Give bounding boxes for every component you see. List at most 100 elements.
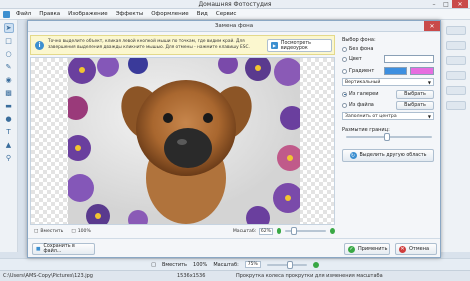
canvas-scale-field[interactable]: 62% <box>259 227 273 235</box>
menu-view[interactable]: Вид <box>193 11 212 17</box>
app-title: Домашняя Фотостудия <box>198 1 272 8</box>
menu-image[interactable]: Изображение <box>64 11 112 17</box>
photo[interactable] <box>68 58 300 224</box>
canvas-zoom-slider[interactable] <box>285 227 327 235</box>
zoom100-icon: □ <box>71 228 76 234</box>
menu-edit[interactable]: Правка <box>35 11 64 17</box>
zoom-out-icon[interactable] <box>276 228 282 234</box>
main-zoom-bar: □ Вместить 100% Масштаб: 75% <box>0 258 470 270</box>
fill-mode-select[interactable]: Заполнить от центра ▼ <box>342 112 434 120</box>
color-swatch[interactable] <box>384 55 434 63</box>
editor-canvas[interactable] <box>30 57 335 225</box>
eraser-tool-icon[interactable]: ▬ <box>4 101 14 111</box>
apply-label: Применить <box>358 246 388 252</box>
video-tutorial-button[interactable]: ▶ Посмотреть видеоурок <box>267 39 332 52</box>
dialog-titlebar: Замена фона ✕ <box>28 21 440 32</box>
right-tool-button[interactable] <box>445 86 466 95</box>
window-controls: – □ ✕ <box>428 0 468 8</box>
radio-no-bg[interactable]: Без фона <box>342 46 373 52</box>
zoom100-label[interactable]: 100% <box>193 262 207 268</box>
hint-text: Точно выделите объект, кликая левой кноп… <box>48 39 250 50</box>
radio-file-label: Из файла <box>349 102 374 108</box>
canvas-zoom100-button[interactable]: □ 100% <box>71 229 90 234</box>
radio-gradient-label: Градиент <box>349 68 375 74</box>
chevron-down-icon: ▼ <box>427 80 431 85</box>
zoom-in-icon[interactable] <box>312 261 319 268</box>
dialog-title: Замена фона <box>214 23 254 29</box>
canvas-fit-button[interactable]: □ Вместить <box>34 229 63 234</box>
pointer-tool-icon[interactable]: ➤ <box>3 23 14 33</box>
eyedropper-tool-icon[interactable]: ◉ <box>4 75 14 85</box>
menu-effects[interactable]: Эффекты <box>112 11 148 17</box>
canvas-zoom-knob[interactable] <box>291 227 298 235</box>
gradient-direction-select[interactable]: Вертикальный ▼ <box>342 78 434 86</box>
save-to-file-button[interactable]: ■ Сохранить в файл... <box>32 243 95 255</box>
crop-tool-icon[interactable]: □ <box>4 36 14 46</box>
radio-gradient[interactable]: Градиент <box>342 68 374 74</box>
choose-file-button[interactable]: Выбрать <box>396 101 434 110</box>
radio-color-dot[interactable] <box>342 56 347 62</box>
stamp-tool-icon[interactable]: ▩ <box>4 88 14 98</box>
canvas-fit-label: Вместить <box>40 228 64 234</box>
right-tool-button[interactable] <box>445 41 466 50</box>
radio-no-bg-dot[interactable] <box>342 46 347 52</box>
status-path: C:\Users\AMS-Copy\Pictures\123.jpg <box>3 273 93 279</box>
hint-bar: i Точно выделите объект, кликая левой кн… <box>30 35 335 55</box>
right-tool-button[interactable] <box>445 56 466 65</box>
radio-gallery-dot[interactable] <box>342 91 347 97</box>
brush-tool-icon[interactable]: ✎ <box>4 62 14 72</box>
blur-slider[interactable] <box>346 133 432 141</box>
menu-file[interactable]: Файл <box>12 11 35 17</box>
fill-tool-icon[interactable]: ▲ <box>4 140 14 150</box>
radio-gallery[interactable]: Из галереи <box>342 91 378 97</box>
replace-background-dialog: Замена фона ✕ i Точно выделите объект, к… <box>27 20 441 258</box>
radio-file[interactable]: Из файла <box>342 102 374 108</box>
zoom-slider[interactable] <box>266 260 307 269</box>
cancel-button[interactable]: ✕ Отмена <box>395 243 437 255</box>
right-tool-button[interactable] <box>445 71 466 80</box>
menu-service[interactable]: Сервис <box>212 11 241 17</box>
save-to-file-label: Сохранить в файл... <box>43 244 75 254</box>
radio-color-label: Цвет <box>349 56 362 62</box>
canvas-scale-label: Масштаб: <box>232 228 257 234</box>
zoom-slider-knob[interactable] <box>286 260 293 269</box>
status-hint: Прокрутка колеса прокрутки для изменения… <box>236 273 383 279</box>
radio-gradient-dot[interactable] <box>342 68 347 74</box>
select-other-area-label: Выделить другую область <box>359 153 427 158</box>
blur-tool-icon[interactable]: ● <box>4 114 14 124</box>
select-other-area-button[interactable]: ↻ Выделить другую область <box>342 149 434 162</box>
lasso-tool-icon[interactable]: ○ <box>4 49 14 59</box>
minimize-icon[interactable]: – <box>428 0 440 8</box>
choose-gallery-button[interactable]: Выбрать <box>396 90 434 99</box>
scale-label: Масштаб: <box>213 261 239 268</box>
gradient-direction-value: Вертикальный <box>345 79 381 85</box>
cancel-icon: ✕ <box>399 245 406 253</box>
apply-button[interactable]: ✓ Применить <box>344 243 390 255</box>
right-tool-button[interactable] <box>445 26 466 35</box>
radio-file-dot[interactable] <box>342 102 347 108</box>
status-bar: C:\Users\AMS-Copy\Pictures\123.jpg 1536x… <box>0 270 470 281</box>
app-icon <box>3 10 10 18</box>
dialog-close-icon[interactable]: ✕ <box>424 21 440 31</box>
info-icon: i <box>35 41 44 50</box>
gradient-start-swatch[interactable] <box>384 67 407 75</box>
scale-field[interactable]: 75% <box>244 261 261 268</box>
maximize-icon[interactable]: □ <box>440 0 452 8</box>
fit-icon[interactable]: □ <box>151 262 156 268</box>
fill-mode-value: Заполнить от центра <box>345 113 397 119</box>
gradient-end-swatch[interactable] <box>410 67 434 75</box>
text-tool-icon[interactable]: T <box>4 127 14 137</box>
close-icon[interactable]: ✕ <box>452 0 468 8</box>
menu-design[interactable]: Оформление <box>147 11 193 17</box>
fit-icon: □ <box>34 228 39 234</box>
radio-color[interactable]: Цвет <box>342 56 362 62</box>
radio-no-bg-label: Без фона <box>349 46 374 52</box>
zoom-in-icon[interactable] <box>330 228 335 234</box>
chevron-down-icon: ▼ <box>427 114 431 119</box>
right-tool-button[interactable] <box>445 101 466 110</box>
app-titlebar: Домашняя Фотостудия – □ ✕ <box>0 0 470 9</box>
blur-slider-knob[interactable] <box>384 133 390 141</box>
zoom-tool-icon[interactable]: ⚲ <box>4 153 14 163</box>
fit-label[interactable]: Вместить <box>162 262 187 268</box>
video-icon: ▶ <box>271 42 278 49</box>
